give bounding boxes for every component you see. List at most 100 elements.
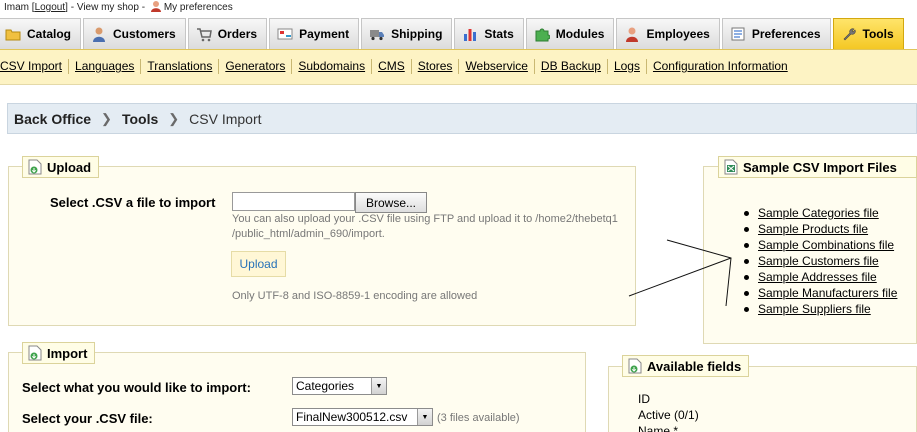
submenu-item-csv-import: CSV Import bbox=[0, 59, 68, 74]
list-item: Sample Addresses file bbox=[744, 269, 897, 285]
submenu-link[interactable]: Configuration Information bbox=[653, 59, 788, 73]
select-csv-label: Select .CSV a file to import bbox=[50, 195, 216, 210]
legend-text: Sample CSV Import Files bbox=[743, 159, 897, 175]
tab-label: Orders bbox=[217, 27, 258, 41]
tab-customers[interactable]: Customers bbox=[83, 18, 186, 49]
stats-icon bbox=[462, 26, 478, 42]
tab-label: Shipping bbox=[391, 27, 443, 41]
sample-file-link[interactable]: Sample Suppliers file bbox=[758, 302, 871, 316]
available-fields-list: ID Active (0/1) Name * bbox=[638, 391, 699, 432]
user-avatar-icon bbox=[150, 0, 162, 12]
sample-file-link[interactable]: Sample Manufacturers file bbox=[758, 286, 897, 300]
tab-stats[interactable]: Stats bbox=[454, 18, 524, 49]
breadcrumb-section[interactable]: Tools bbox=[122, 111, 158, 127]
logout-link[interactable]: Logout bbox=[35, 2, 66, 13]
submenu-link[interactable]: CMS bbox=[378, 59, 405, 73]
my-preferences-link[interactable]: My preferences bbox=[164, 2, 233, 13]
view-shop-link[interactable]: View my shop bbox=[77, 2, 139, 13]
select-value: FinalNew300512.csv bbox=[296, 410, 408, 424]
cart-icon bbox=[196, 26, 212, 42]
tab-tools[interactable]: Tools bbox=[832, 18, 904, 49]
sample-file-link[interactable]: Sample Products file bbox=[758, 222, 868, 236]
employee-icon bbox=[624, 26, 640, 42]
user-bar-separator: ] - bbox=[65, 2, 75, 13]
submenu-item-logs: Logs bbox=[606, 59, 646, 74]
tab-modules[interactable]: Modules bbox=[525, 18, 615, 49]
ftp-hint-line2: /public_html/admin_690/import. bbox=[232, 228, 385, 240]
submenu-link[interactable]: Subdomains bbox=[298, 59, 365, 73]
list-item: Sample Customers file bbox=[744, 253, 897, 269]
breadcrumb-root[interactable]: Back Office bbox=[14, 111, 91, 127]
submenu-link[interactable]: Generators bbox=[225, 59, 285, 73]
tab-employees[interactable]: Employees bbox=[616, 18, 720, 49]
app-window: Imam [Logout] - View my shop - My prefer… bbox=[0, 0, 917, 432]
tab-label: Preferences bbox=[751, 27, 821, 41]
submenu-link[interactable]: Webservice bbox=[465, 59, 527, 73]
sample-files-legend: Sample CSV Import Files bbox=[718, 156, 917, 178]
tab-label: Payment bbox=[299, 27, 350, 41]
legend-text: Upload bbox=[47, 159, 92, 175]
puzzle-icon bbox=[534, 26, 551, 42]
sample-files-list: Sample Categories file Sample Products f… bbox=[744, 205, 897, 317]
spreadsheet-icon bbox=[724, 159, 738, 175]
list-item: Name * bbox=[638, 424, 679, 432]
submenu-link[interactable]: Stores bbox=[418, 59, 453, 73]
submenu-link[interactable]: Languages bbox=[75, 59, 134, 73]
user-bar-separator-2: - bbox=[141, 2, 146, 13]
wrench-icon bbox=[841, 26, 857, 42]
tab-label: Stats bbox=[484, 27, 514, 41]
tools-submenu: CSV Import Languages Translations Genera… bbox=[0, 49, 917, 85]
submenu-link[interactable]: Logs bbox=[614, 59, 640, 73]
sample-file-link[interactable]: Sample Categories file bbox=[758, 206, 879, 220]
customer-icon bbox=[91, 26, 107, 42]
tab-label: Tools bbox=[862, 27, 894, 41]
submenu-item-webservice: Webservice bbox=[458, 59, 533, 74]
user-bar: Imam [Logout] - View my shop - My prefer… bbox=[0, 0, 233, 16]
list-item: ID bbox=[638, 392, 650, 406]
submenu-link[interactable]: CSV Import bbox=[0, 59, 62, 73]
tab-preferences[interactable]: Preferences bbox=[721, 18, 831, 49]
import-file-icon bbox=[28, 345, 42, 361]
list-item: Sample Manufacturers file bbox=[744, 285, 897, 301]
sample-file-link[interactable]: Sample Addresses file bbox=[758, 270, 877, 284]
encoding-note: Only UTF-8 and ISO-8859-1 encoding are a… bbox=[232, 290, 478, 302]
breadcrumb-current: CSV Import bbox=[189, 110, 262, 127]
payment-icon bbox=[277, 26, 293, 42]
user-name: Imam [ bbox=[4, 2, 35, 13]
upload-button[interactable]: Upload bbox=[231, 251, 286, 277]
main-tabs: Catalog Customers Orders Payment Shippin… bbox=[0, 18, 917, 49]
submenu-item-languages: Languages bbox=[68, 59, 140, 74]
list-item: Sample Suppliers file bbox=[744, 301, 897, 317]
submenu-item-translations: Translations bbox=[140, 59, 218, 74]
folder-icon bbox=[5, 26, 21, 42]
tab-label: Modules bbox=[555, 27, 605, 41]
submenu-item-generators: Generators bbox=[218, 59, 291, 74]
submenu-link[interactable]: Translations bbox=[147, 59, 212, 73]
legend-text: Import bbox=[47, 345, 88, 361]
chevron-right-icon: ❯ bbox=[101, 110, 112, 126]
truck-icon bbox=[369, 26, 385, 42]
submenu-item-db-backup: DB Backup bbox=[533, 59, 607, 74]
sample-file-link[interactable]: Sample Customers file bbox=[758, 254, 879, 268]
submenu-link[interactable]: DB Backup bbox=[541, 59, 601, 73]
csv-file-label: Select your .CSV file: bbox=[22, 411, 153, 426]
submenu-item-subdomains: Subdomains bbox=[291, 59, 371, 74]
select-value: Categories bbox=[296, 379, 355, 393]
tab-orders[interactable]: Orders bbox=[187, 18, 268, 49]
import-type-select[interactable]: Categories ▼ bbox=[292, 377, 387, 395]
import-legend: Import bbox=[22, 342, 96, 364]
tab-payment[interactable]: Payment bbox=[269, 18, 360, 49]
tab-shipping[interactable]: Shipping bbox=[361, 18, 453, 49]
import-type-label: Select what you would like to import: bbox=[22, 380, 251, 395]
sample-file-link[interactable]: Sample Combinations file bbox=[758, 238, 894, 252]
submenu-item-stores: Stores bbox=[410, 59, 459, 74]
tab-catalog[interactable]: Catalog bbox=[0, 18, 82, 49]
tab-label: Catalog bbox=[27, 27, 72, 41]
csv-file-select[interactable]: FinalNew300512.csv ▼ bbox=[292, 408, 433, 426]
list-item: Active (0/1) bbox=[638, 408, 699, 422]
browse-button[interactable]: Browse... bbox=[355, 192, 427, 213]
upload-legend: Upload bbox=[22, 156, 100, 178]
ftp-hint-line1: You can also upload your .CSV file using… bbox=[232, 213, 618, 225]
file-path-input[interactable] bbox=[232, 192, 355, 211]
tab-label: Employees bbox=[646, 27, 710, 41]
